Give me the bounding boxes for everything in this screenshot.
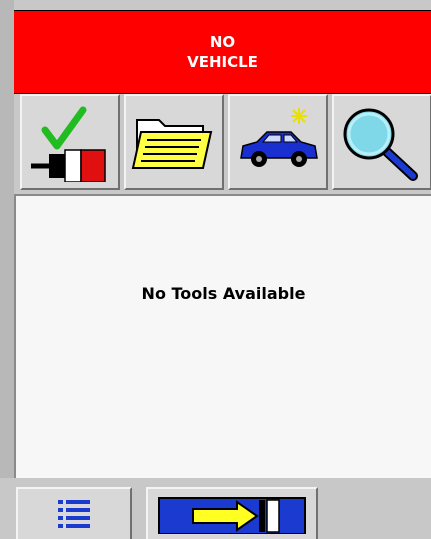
menu-button[interactable] [16,487,132,539]
car-icon [240,108,318,167]
vehicle-status-banner: NO VEHICLE [14,10,431,94]
list-icon [58,500,90,528]
left-border [0,0,14,539]
folder-icon [131,119,213,169]
vehicle-status-line2: VEHICLE [187,53,258,71]
app-window: NO VEHICLE No Tools Available [0,0,431,539]
magnifier-icon [343,108,418,181]
no-tools-message: No Tools Available [141,284,306,303]
connect-button[interactable] [20,94,120,190]
vehicle-select-button[interactable] [228,94,328,190]
main-toolbar [14,94,431,192]
tools-panel: No Tools Available [14,194,431,478]
exit-button[interactable] [146,487,318,539]
connector-check-icon [31,106,106,182]
search-button[interactable] [332,94,431,190]
open-folder-button[interactable] [124,94,224,190]
vehicle-status-line1: NO [209,33,236,51]
exit-arrow-icon [158,497,306,534]
bottom-toolbar [0,478,431,539]
